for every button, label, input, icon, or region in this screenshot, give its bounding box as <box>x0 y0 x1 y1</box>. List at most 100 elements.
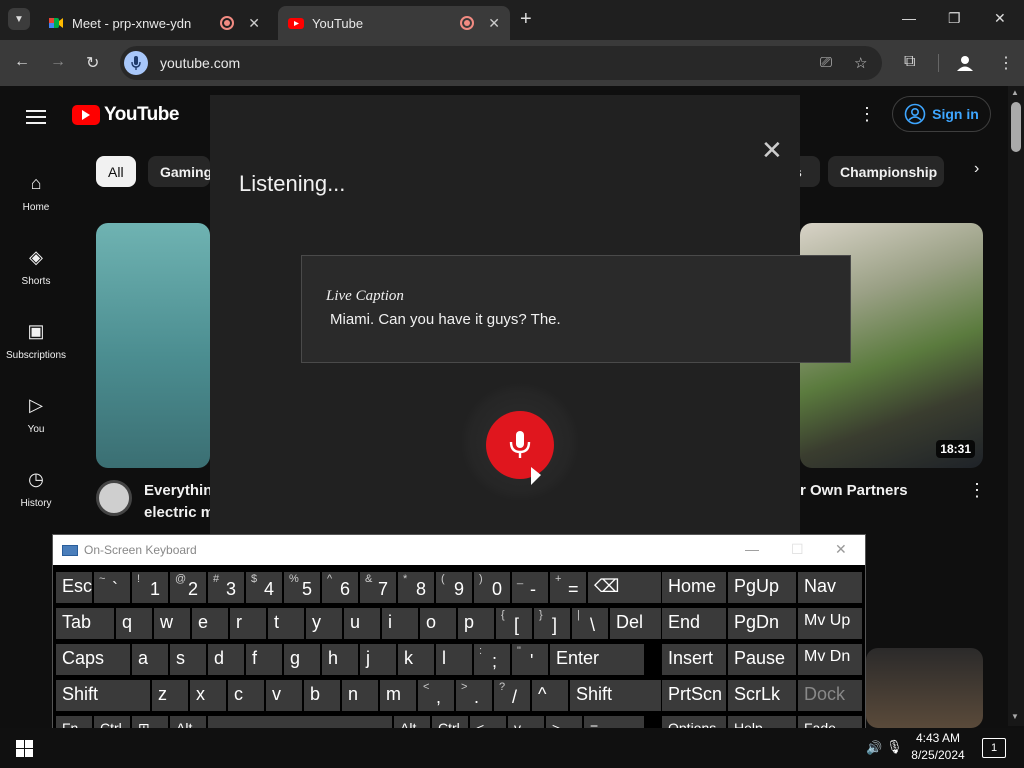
osk-key[interactable]: (9 <box>435 571 473 604</box>
osk-key[interactable]: Enter <box>549 643 645 676</box>
osk-key[interactable]: * 8 <box>397 571 435 604</box>
osk-nav-key[interactable]: Dock <box>797 679 863 712</box>
osk-key[interactable]: j <box>359 643 397 676</box>
osk-key[interactable]: #3 <box>207 571 245 604</box>
osk-key[interactable]: Shift <box>569 679 665 712</box>
osk-key[interactable]: v <box>265 679 303 712</box>
page-scrollbar[interactable]: ▲ ▼ <box>1008 86 1024 726</box>
osk-key[interactable]: }] <box>533 607 571 640</box>
osk-key[interactable]: Caps <box>55 643 131 676</box>
sidebar-item-history[interactable]: ◷ History <box>0 452 72 526</box>
minimize-button[interactable]: — <box>745 541 759 557</box>
osk-key[interactable]: ^ <box>531 679 569 712</box>
osk-key[interactable]: ) 0 <box>473 571 511 604</box>
osk-key[interactable]: s <box>169 643 207 676</box>
osk-nav-key[interactable]: Mv Dn <box>797 643 863 676</box>
chevron-right-icon[interactable]: › <box>974 160 979 178</box>
osk-nav-key[interactable]: PgUp <box>727 571 797 604</box>
osk-key[interactable]: g <box>283 643 321 676</box>
reload-button[interactable]: ↻ <box>86 53 99 73</box>
channel-avatar[interactable] <box>96 480 132 516</box>
microphone-icon[interactable]: 🎙 <box>886 739 903 755</box>
tab-youtube[interactable]: YouTube ✕ <box>278 6 510 40</box>
osk-key[interactable]: Tab <box>55 607 115 640</box>
settings-menu-icon[interactable]: ⋮ <box>858 104 876 125</box>
close-tab-icon[interactable]: ✕ <box>248 15 260 32</box>
osk-key[interactable]: ~ ` <box>93 571 131 604</box>
osk-key[interactable]: + = <box>549 571 587 604</box>
osk-nav-key[interactable]: Mv Up <box>797 607 863 640</box>
mic-button[interactable] <box>486 411 554 479</box>
maximize-button[interactable]: ☐ <box>791 541 804 558</box>
new-tab-button[interactable]: + <box>520 8 532 31</box>
osk-key[interactable]: _ - <box>511 571 549 604</box>
browser-menu-icon[interactable]: ⋮ <box>998 53 1014 73</box>
install-app-icon[interactable]: ⎚ <box>820 54 832 71</box>
osk-key[interactable]: o <box>419 607 457 640</box>
scroll-up-icon[interactable]: ▲ <box>1011 88 1019 97</box>
osk-key[interactable]: m <box>379 679 417 712</box>
osk-key[interactable]: ⌫ <box>587 571 663 604</box>
bookmark-star-icon[interactable]: ☆ <box>854 54 867 72</box>
osk-key[interactable]: h <box>321 643 359 676</box>
chip-championship[interactable]: Championship <box>828 156 944 187</box>
volume-icon[interactable]: 🔊 <box>866 740 882 756</box>
video-menu-icon[interactable]: ⋮ <box>968 480 986 501</box>
tab-search-button[interactable]: ▼ <box>8 8 30 30</box>
menu-icon[interactable] <box>26 106 46 128</box>
osk-key[interactable]: Shift <box>55 679 151 712</box>
osk-key[interactable]: x <box>189 679 227 712</box>
osk-key[interactable]: ! 1 <box>131 571 169 604</box>
osk-key[interactable]: t <box>267 607 305 640</box>
osk-nav-key[interactable]: End <box>661 607 727 640</box>
notifications-icon[interactable]: 1 <box>982 738 1006 758</box>
video-title[interactable]: Everythin electric m <box>144 480 214 524</box>
close-tab-icon[interactable]: ✕ <box>488 15 500 32</box>
osk-key[interactable]: | \ <box>571 607 609 640</box>
osk-key[interactable]: u <box>343 607 381 640</box>
tab-meet[interactable]: Meet - prp-xnwe-ydn ✕ <box>38 6 270 40</box>
windows-start-icon[interactable] <box>16 740 33 757</box>
osk-key[interactable]: & 7 <box>359 571 397 604</box>
osk-key[interactable]: <, <box>417 679 455 712</box>
osk-key[interactable]: y <box>305 607 343 640</box>
video-thumbnail[interactable] <box>866 648 983 728</box>
scroll-down-icon[interactable]: ▼ <box>1011 712 1019 721</box>
osk-key[interactable]: a <box>131 643 169 676</box>
osk-nav-key[interactable]: PgDn <box>727 607 797 640</box>
osk-key[interactable]: w <box>153 607 191 640</box>
osk-nav-key[interactable]: Nav <box>797 571 863 604</box>
video-thumbnail[interactable] <box>96 223 210 468</box>
close-icon[interactable]: ✕ <box>761 135 783 166</box>
close-button[interactable]: ✕ <box>835 541 847 558</box>
osk-key[interactable]: e <box>191 607 229 640</box>
close-window-button[interactable]: ✕ <box>994 10 1006 27</box>
osk-key[interactable]: b <box>303 679 341 712</box>
minimize-button[interactable]: — <box>902 10 916 26</box>
youtube-logo[interactable]: YouTube <box>72 104 179 126</box>
osk-key[interactable]: z <box>151 679 189 712</box>
osk-key[interactable]: @2 <box>169 571 207 604</box>
chip-all[interactable]: All <box>96 156 136 187</box>
sign-in-button[interactable]: Sign in <box>892 96 991 132</box>
osk-key[interactable]: q <box>115 607 153 640</box>
sidebar-item-subscriptions[interactable]: ▣ Subscriptions <box>0 304 72 378</box>
profile-icon[interactable] <box>956 54 974 72</box>
back-button[interactable]: ← <box>14 53 30 71</box>
scrollbar-thumb[interactable] <box>1011 102 1021 152</box>
osk-key[interactable]: i <box>381 607 419 640</box>
osk-key[interactable]: ? / <box>493 679 531 712</box>
mic-icon[interactable] <box>124 51 148 75</box>
sidebar-item-you[interactable]: ▷ You <box>0 378 72 452</box>
clock[interactable]: 4:43 AM 8/25/2024 <box>906 731 970 762</box>
osk-key[interactable]: k <box>397 643 435 676</box>
extensions-icon[interactable]: ⧉ <box>904 53 915 71</box>
osk-key[interactable]: c <box>227 679 265 712</box>
osk-key[interactable]: n <box>341 679 379 712</box>
osk-key[interactable]: {[ <box>495 607 533 640</box>
osk-key[interactable]: >. <box>455 679 493 712</box>
osk-key[interactable]: Esc <box>55 571 93 604</box>
osk-key[interactable]: r <box>229 607 267 640</box>
osk-nav-key[interactable]: ScrLk <box>727 679 797 712</box>
osk-nav-key[interactable]: Home <box>661 571 727 604</box>
